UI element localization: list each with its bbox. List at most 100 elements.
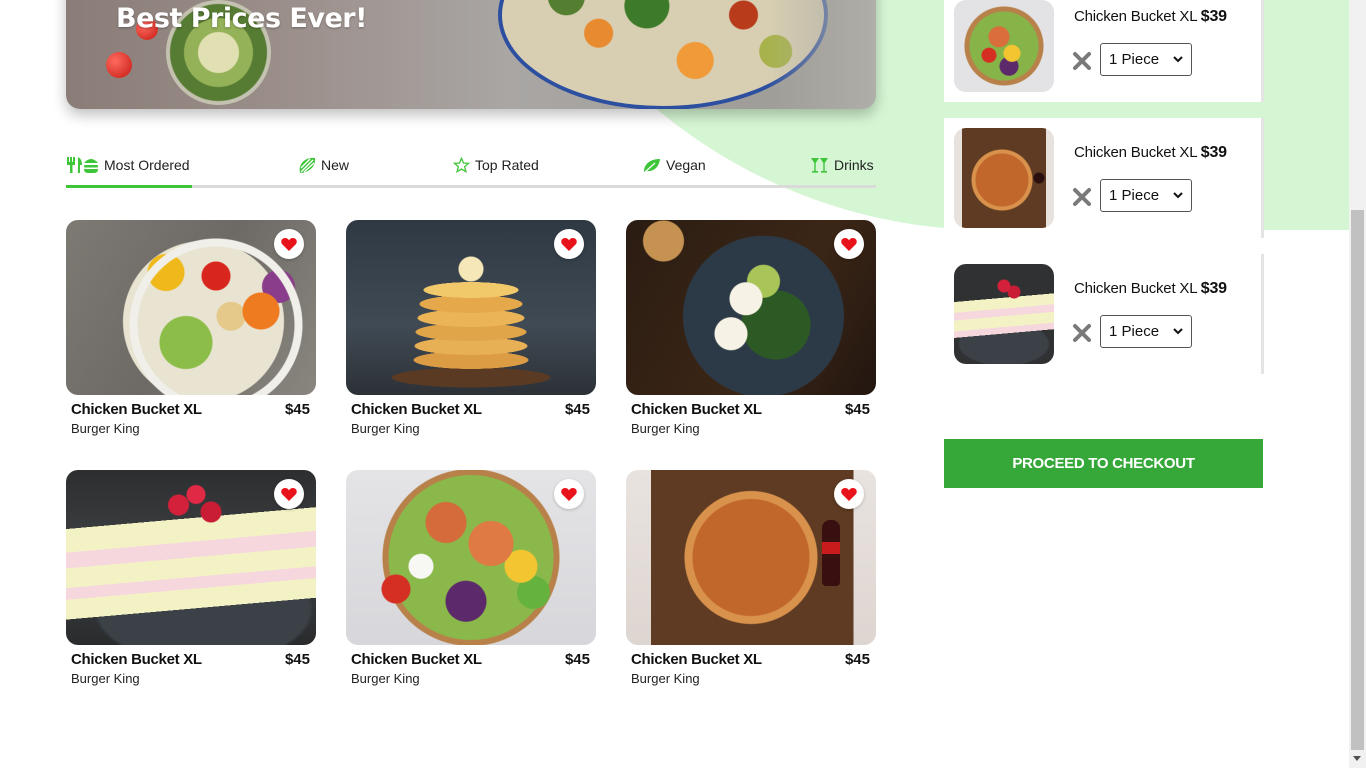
cart-item-image bbox=[954, 264, 1054, 364]
product-vendor: Burger King bbox=[71, 421, 140, 436]
hero-image-fade bbox=[766, 0, 876, 109]
chevron-down-icon bbox=[1173, 192, 1183, 199]
product-price: $45 bbox=[564, 651, 590, 668]
cart-item-price: $39 bbox=[1200, 280, 1227, 297]
product-info: Chicken Bucket XL $45 Burger King bbox=[346, 395, 596, 439]
scroll-down-arrow-icon[interactable] bbox=[1353, 756, 1361, 761]
product-image[interactable] bbox=[346, 470, 596, 645]
quantity-select[interactable]: 1 Piece bbox=[1100, 315, 1192, 348]
product-vendor: Burger King bbox=[351, 671, 420, 686]
product-info: Chicken Bucket XL $45 Burger King bbox=[626, 395, 876, 439]
close-icon bbox=[1073, 52, 1091, 70]
product-info: Chicken Bucket XL $45 Burger King bbox=[66, 645, 316, 689]
cart-item: Chicken Bucket XL $39 1 Piece bbox=[944, 254, 1264, 374]
product-name[interactable]: Chicken Bucket XL bbox=[631, 651, 762, 668]
product-name[interactable]: Chicken Bucket XL bbox=[351, 401, 482, 418]
tab-most-ordered[interactable]: Most Ordered bbox=[66, 157, 190, 173]
utensils-burger-icon bbox=[66, 157, 99, 173]
product-vendor: Burger King bbox=[71, 671, 140, 686]
product-card[interactable]: Chicken Bucket XL $45 Burger King bbox=[66, 220, 316, 439]
product-info: Chicken Bucket XL $45 Burger King bbox=[626, 645, 876, 689]
close-icon bbox=[1073, 188, 1091, 206]
cart-item-image bbox=[954, 0, 1054, 92]
heart-icon bbox=[841, 487, 857, 501]
cart-item-image bbox=[954, 128, 1054, 228]
cart-item-title: Chicken Bucket XL $39 bbox=[1074, 144, 1227, 162]
cart-item: Chicken Bucket XL $39 1 Piece bbox=[944, 118, 1264, 238]
product-image[interactable] bbox=[66, 220, 316, 395]
heart-icon bbox=[281, 487, 297, 501]
checkout-button[interactable]: PROCEED TO CHECKOUT bbox=[944, 439, 1263, 488]
product-image[interactable] bbox=[346, 220, 596, 395]
product-card[interactable]: Chicken Bucket XL $45 Burger King bbox=[66, 470, 316, 689]
cart-item-title: Chicken Bucket XL $39 bbox=[1074, 8, 1227, 26]
leaf-stripe-icon bbox=[298, 157, 316, 173]
hero-title: Best Prices Ever! bbox=[116, 3, 367, 34]
product-name[interactable]: Chicken Bucket XL bbox=[351, 651, 482, 668]
product-name[interactable]: Chicken Bucket XL bbox=[71, 651, 202, 668]
favorite-button[interactable] bbox=[274, 229, 304, 259]
product-price: $45 bbox=[844, 401, 870, 418]
product-card[interactable]: Chicken Bucket XL $45 Burger King bbox=[346, 470, 596, 689]
product-image[interactable] bbox=[66, 470, 316, 645]
cart-item-title: Chicken Bucket XL $39 bbox=[1074, 280, 1227, 298]
cart-item-name: Chicken Bucket XL bbox=[1074, 280, 1197, 297]
cart-panel: Chicken Bucket XL $39 1 Piece Chicken Bu… bbox=[924, 0, 1264, 768]
cart-item-name: Chicken Bucket XL bbox=[1074, 8, 1197, 25]
tab-drinks[interactable]: Drinks bbox=[810, 157, 874, 173]
favorite-button[interactable] bbox=[554, 479, 584, 509]
hero-image-tomato bbox=[106, 52, 132, 78]
quantity-value: 1 Piece bbox=[1109, 323, 1160, 340]
tab-label: Top Rated bbox=[475, 157, 539, 173]
product-info: Chicken Bucket XL $45 Burger King bbox=[346, 645, 596, 689]
product-image[interactable] bbox=[626, 470, 876, 645]
cocktail-icon bbox=[810, 157, 829, 173]
remove-item-button[interactable] bbox=[1072, 51, 1092, 71]
cart-item-price: $39 bbox=[1200, 144, 1227, 161]
heart-icon bbox=[841, 237, 857, 251]
remove-item-button[interactable] bbox=[1072, 323, 1092, 343]
tab-label: Drinks bbox=[834, 157, 874, 173]
remove-item-button[interactable] bbox=[1072, 187, 1092, 207]
tab-label: Most Ordered bbox=[104, 157, 190, 173]
heart-icon bbox=[561, 487, 577, 501]
product-price: $45 bbox=[284, 651, 310, 668]
product-card[interactable]: Chicken Bucket XL $45 Burger King bbox=[626, 220, 876, 439]
scrollbar-thumb[interactable] bbox=[1351, 210, 1364, 750]
heart-icon bbox=[281, 237, 297, 251]
product-price: $45 bbox=[284, 401, 310, 418]
product-name[interactable]: Chicken Bucket XL bbox=[631, 401, 762, 418]
product-image[interactable] bbox=[626, 220, 876, 395]
quantity-value: 1 Piece bbox=[1109, 51, 1160, 68]
tab-top-rated[interactable]: Top Rated bbox=[453, 157, 539, 173]
tab-new[interactable]: New bbox=[298, 157, 349, 173]
hero-banner: Best Prices Ever! bbox=[66, 0, 876, 109]
star-outline-icon bbox=[453, 157, 470, 173]
product-card[interactable]: Chicken Bucket XL $45 Burger King bbox=[626, 470, 876, 689]
product-name[interactable]: Chicken Bucket XL bbox=[71, 401, 202, 418]
page-scrollbar[interactable] bbox=[1349, 0, 1366, 768]
favorite-button[interactable] bbox=[554, 229, 584, 259]
heart-icon bbox=[561, 237, 577, 251]
product-info: Chicken Bucket XL $45 Burger King bbox=[66, 395, 316, 439]
cart-item-price: $39 bbox=[1200, 8, 1227, 25]
tab-label: Vegan bbox=[666, 157, 706, 173]
favorite-button[interactable] bbox=[834, 479, 864, 509]
quantity-value: 1 Piece bbox=[1109, 187, 1160, 204]
cart-item-name: Chicken Bucket XL bbox=[1074, 144, 1197, 161]
product-vendor: Burger King bbox=[351, 421, 420, 436]
quantity-select[interactable]: 1 Piece bbox=[1100, 43, 1192, 76]
tab-active-indicator bbox=[66, 185, 192, 188]
cart-item: Chicken Bucket XL $39 1 Piece bbox=[944, 0, 1264, 102]
product-price: $45 bbox=[844, 651, 870, 668]
product-card[interactable]: Chicken Bucket XL $45 Burger King bbox=[346, 220, 596, 439]
leaf-icon bbox=[643, 158, 661, 173]
product-price: $45 bbox=[564, 401, 590, 418]
product-vendor: Burger King bbox=[631, 421, 700, 436]
favorite-button[interactable] bbox=[274, 479, 304, 509]
chevron-down-icon bbox=[1173, 328, 1183, 335]
favorite-button[interactable] bbox=[834, 229, 864, 259]
close-icon bbox=[1073, 324, 1091, 342]
quantity-select[interactable]: 1 Piece bbox=[1100, 179, 1192, 212]
tab-vegan[interactable]: Vegan bbox=[643, 157, 706, 173]
